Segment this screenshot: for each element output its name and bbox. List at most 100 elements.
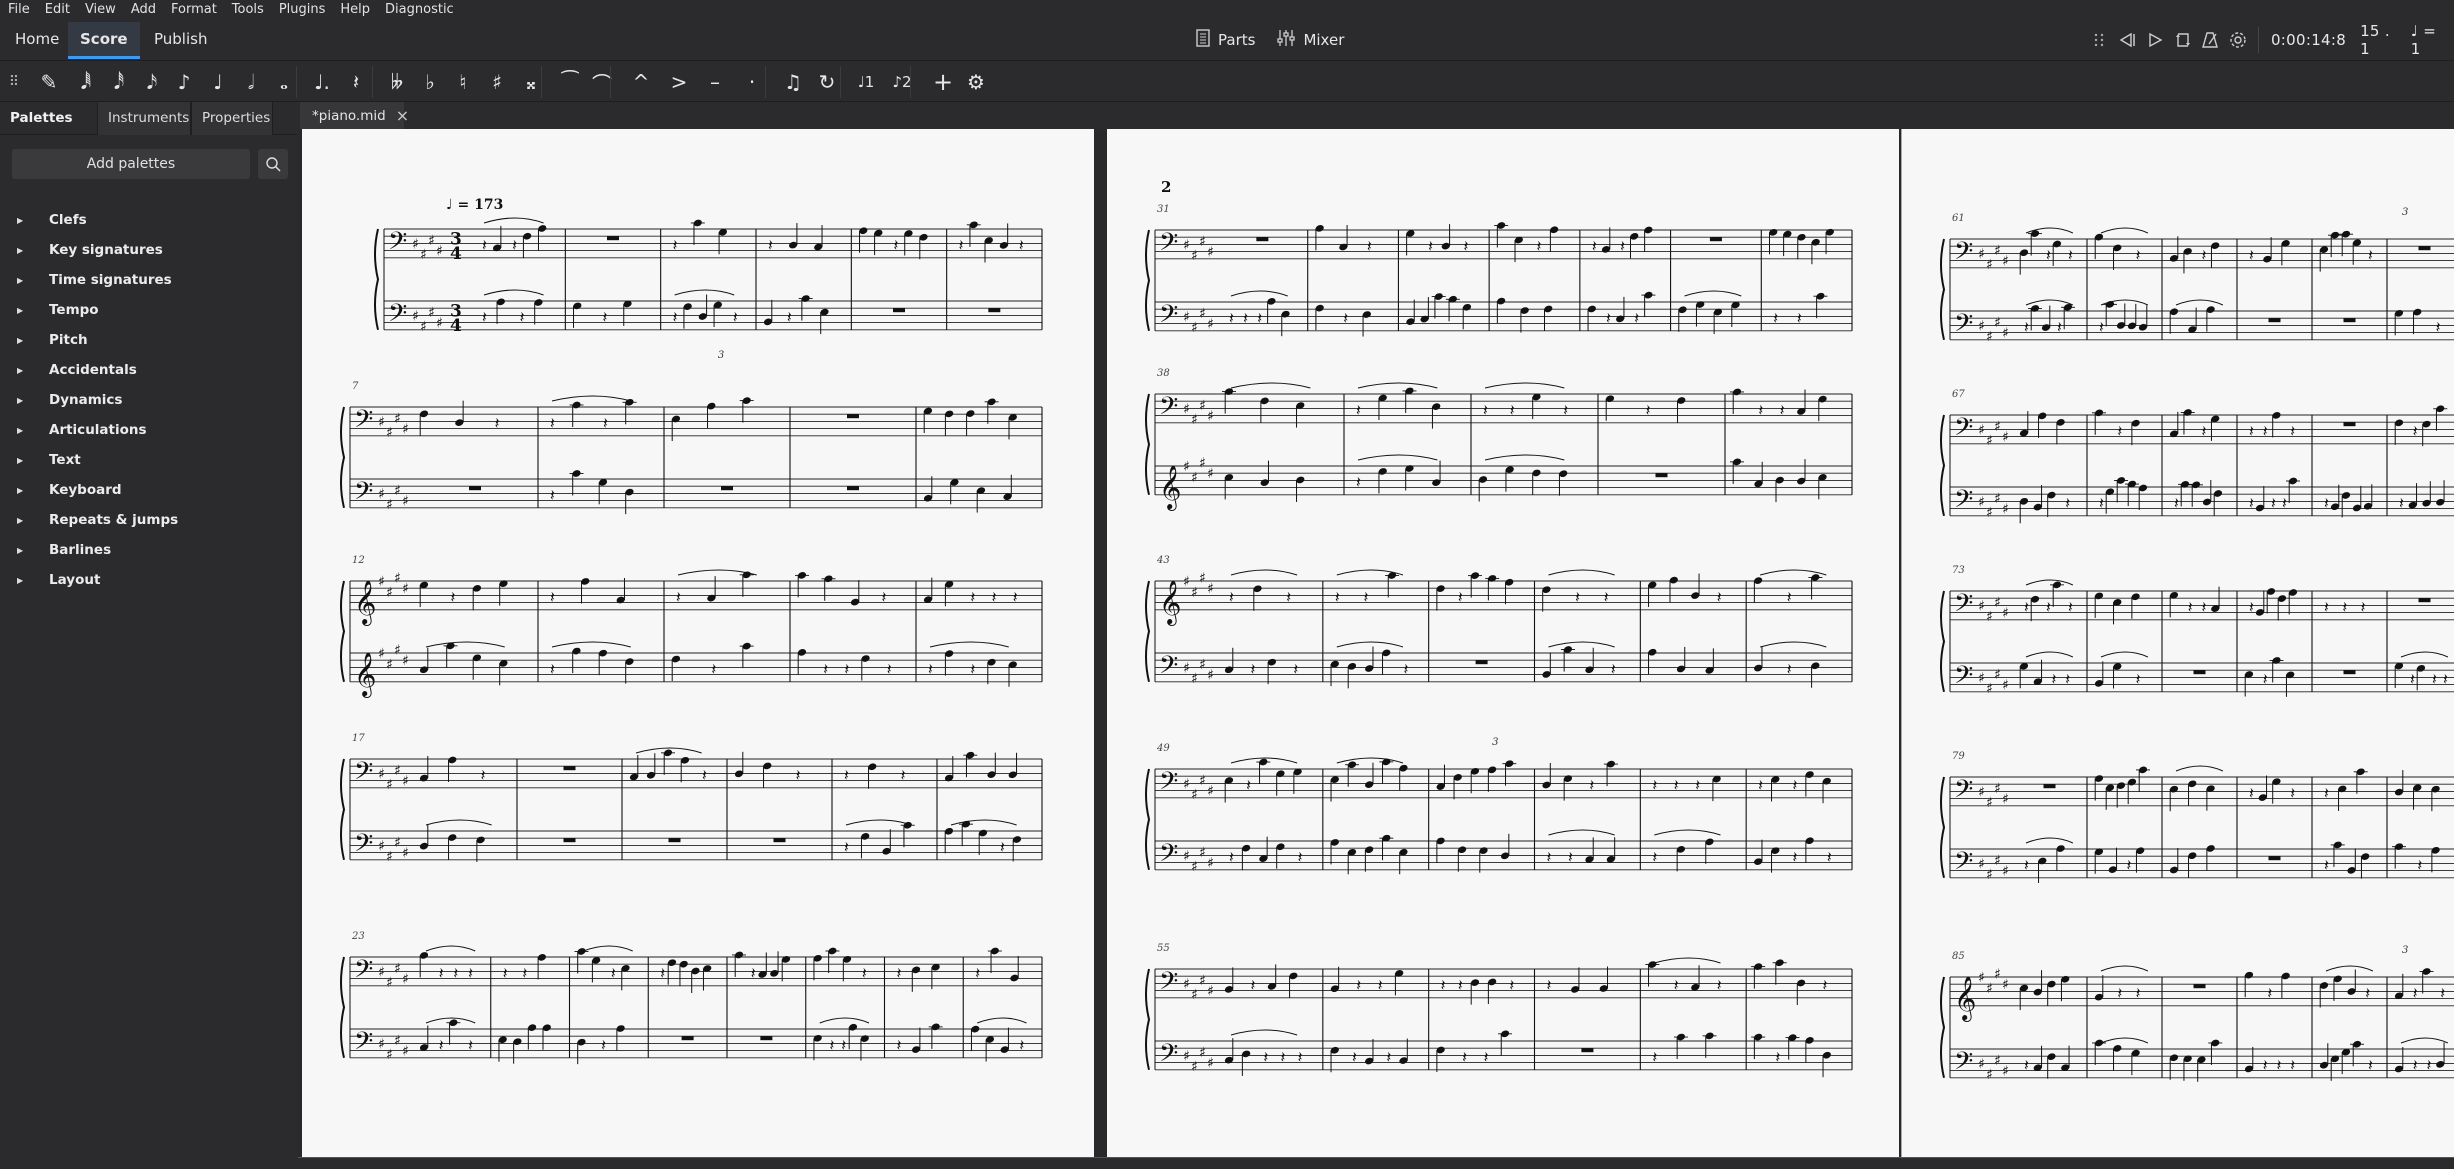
key-signature-sharp: ♯ xyxy=(1183,848,1190,864)
quarter-rest: 𝄽 xyxy=(1441,976,1446,995)
palette-keyboard[interactable]: ▶ Keyboard xyxy=(0,475,297,505)
expand-arrow-icon[interactable]: ▶ xyxy=(17,306,27,315)
expand-arrow-icon[interactable]: ▶ xyxy=(17,246,27,255)
playback-time[interactable]: 0:00:14:8 xyxy=(2271,31,2346,49)
expand-arrow-icon[interactable]: ▶ xyxy=(17,546,27,555)
customize-toolbar-icon[interactable]: ⚙ xyxy=(959,65,993,99)
tuplet-icon[interactable]: ♫ xyxy=(776,65,810,99)
quarter-note-icon[interactable]: ♩ xyxy=(201,65,235,99)
play-icon[interactable] xyxy=(2141,25,2169,55)
slur-icon[interactable]: ⌒ xyxy=(585,65,619,99)
eighth-note-icon[interactable]: ♪ xyxy=(167,65,201,99)
palette-clefs[interactable]: ▶ Clefs xyxy=(0,205,297,235)
menu-plugins[interactable]: Plugins xyxy=(271,2,333,17)
close-tab-icon[interactable]: × xyxy=(396,106,409,125)
palette-pitch[interactable]: ▶ Pitch xyxy=(0,325,297,355)
32nd-note-icon[interactable]: 𝅘𝅥𝅰 xyxy=(102,65,136,99)
tab-palettes[interactable]: Palettes ··· xyxy=(0,102,94,159)
double-flat-icon[interactable]: 𝄫 xyxy=(380,65,414,99)
tenuto-icon[interactable]: – xyxy=(698,65,732,99)
flip-direction-icon[interactable]: ↻ xyxy=(810,65,844,99)
palette-key-signatures[interactable]: ▶ Key signatures xyxy=(0,235,297,265)
double-sharp-icon[interactable]: 𝄪 xyxy=(514,65,548,99)
menu-edit[interactable]: Edit xyxy=(37,2,77,17)
palette-layout[interactable]: ▶ Layout xyxy=(0,565,297,595)
palette-accidentals[interactable]: ▶ Accidentals xyxy=(0,355,297,385)
sharp-icon[interactable]: ♯ xyxy=(480,65,514,99)
menu-diagnostic[interactable]: Diagnostic xyxy=(377,2,461,17)
palette-repeats-jumps[interactable]: ▶ Repeats & jumps xyxy=(0,505,297,535)
document-tab[interactable]: *piano.mid × xyxy=(300,102,409,129)
augmentation-dot-icon[interactable]: ♩. xyxy=(305,65,339,99)
flat-icon[interactable]: ♭ xyxy=(413,65,447,99)
loop-icon[interactable] xyxy=(2169,25,2197,55)
palette-label: Dynamics xyxy=(49,392,123,408)
add-icon[interactable]: + xyxy=(926,65,960,99)
16th-note-icon[interactable]: 𝅘𝅥𝅯 xyxy=(135,65,169,99)
half-note-icon[interactable]: 𝅗𝅥 xyxy=(234,65,268,99)
expand-arrow-icon[interactable]: ▶ xyxy=(17,426,27,435)
mixer-button[interactable]: Mixer xyxy=(1277,29,1344,51)
tie-icon[interactable]: ⁀ xyxy=(553,65,587,99)
quarter-rest: 𝄽 xyxy=(1652,848,1657,867)
menu-tools[interactable]: Tools xyxy=(224,2,271,17)
menu-file[interactable]: File xyxy=(0,2,37,17)
rest-icon[interactable]: 𝄽 xyxy=(339,65,373,99)
system-brace xyxy=(1145,393,1151,496)
palette-text[interactable]: ▶ Text xyxy=(0,445,297,475)
palette-articulations[interactable]: ▶ Articulations xyxy=(0,415,297,445)
expand-arrow-icon[interactable]: ▶ xyxy=(17,396,27,405)
quarter-rest: 𝄽 xyxy=(1717,588,1722,607)
add-palettes-button[interactable]: Add palettes xyxy=(12,149,250,179)
quarter-rest: 𝄽 xyxy=(1356,473,1361,492)
score-page-1[interactable]: ♩ = 173 𝄢 ♯ ♯ ♯ ♯ 3 4 𝄢 ♯ ♯ ♯ ♯ 3 4 𝄽 𝄽 𝄽 𝄽 𝄽 𝄽 𝄽 𝄽 𝄽 𝄽 𝄽 𝄽 𝄽 3 7 𝄢 ♯ ♯ ♯… xyxy=(302,129,1094,1157)
palette-dynamics[interactable]: ▶ Dynamics xyxy=(0,385,297,415)
quarter-rest: 𝄽 xyxy=(751,964,756,983)
parts-button[interactable]: Parts xyxy=(1196,28,1255,51)
expand-arrow-icon[interactable]: ▶ xyxy=(17,516,27,525)
expand-arrow-icon[interactable]: ▶ xyxy=(17,456,27,465)
playback-settings-icon[interactable] xyxy=(2224,25,2252,55)
tab-publish[interactable]: Publish xyxy=(142,22,219,59)
menu-add[interactable]: Add xyxy=(123,2,163,17)
rewind-icon[interactable] xyxy=(2113,25,2141,55)
tab-instruments[interactable]: Instruments xyxy=(97,102,191,135)
64th-note-icon[interactable]: 𝅘𝅥𝅱 xyxy=(69,65,103,99)
expand-arrow-icon[interactable]: ▶ xyxy=(17,336,27,345)
staccato-icon[interactable]: · xyxy=(735,65,769,99)
bass-clef: 𝄢 xyxy=(1159,300,1178,335)
expand-arrow-icon[interactable]: ▶ xyxy=(17,366,27,375)
grip-icon[interactable]: ⠿ xyxy=(0,65,28,99)
key-signature-sharp: ♯ xyxy=(428,305,435,321)
expand-arrow-icon[interactable]: ▶ xyxy=(17,276,27,285)
voice-2-icon[interactable]: ♪2 xyxy=(885,65,919,99)
score-page-2[interactable]: 2 31 𝄢 ♯ ♯ ♯ ♯ 𝄢 ♯ ♯ ♯ ♯ 𝄽 𝄽 𝄽 𝄽 𝄽 𝄽 𝄽 𝄽 𝄽 𝄽 𝄽 𝄽 𝄽 𝄽 38 𝄢 ♯ ♯ ♯ ♯ 𝄞 ♯ ♯ ♯ ♯ 𝄽… xyxy=(1107,129,1899,1157)
tab-score[interactable]: Score xyxy=(68,22,140,59)
tab-properties[interactable]: Properties xyxy=(191,102,273,135)
accent-icon[interactable]: > xyxy=(662,65,696,99)
palette-barlines[interactable]: ▶ Barlines xyxy=(0,535,297,565)
tab-home[interactable]: Home xyxy=(3,22,71,59)
voice-1-icon[interactable]: ♩1 xyxy=(849,65,883,99)
menu-view[interactable]: View xyxy=(77,2,123,17)
key-signature-sharp: ♯ xyxy=(1191,671,1198,687)
palette-time-signatures[interactable]: ▶ Time signatures xyxy=(0,265,297,295)
playback-grip-icon[interactable] xyxy=(2085,25,2113,55)
palette-search-button[interactable] xyxy=(258,149,288,179)
metronome-icon[interactable] xyxy=(2196,25,2224,55)
key-signature-sharp: ♯ xyxy=(1199,657,1206,673)
expand-arrow-icon[interactable]: ▶ xyxy=(17,216,27,225)
menu-help[interactable]: Help xyxy=(332,2,377,17)
playback-tempo[interactable]: ♩ = 1 xyxy=(2411,22,2444,58)
expand-arrow-icon[interactable]: ▶ xyxy=(17,576,27,585)
score-canvas[interactable]: ♩ = 173 𝄢 ♯ ♯ ♯ ♯ 3 4 𝄢 ♯ ♯ ♯ ♯ 3 4 𝄽 𝄽 𝄽 𝄽 𝄽 𝄽 𝄽 𝄽 𝄽 𝄽 𝄽 𝄽 𝄽 3 7 𝄢 ♯ ♯ ♯… xyxy=(298,129,2454,1157)
score-page-3[interactable]: 61 𝄢 ♯ ♯ ♯ ♯ 𝄢 ♯ ♯ ♯ ♯ 𝄽 𝄽 𝄽 𝄽 𝄽 𝄽 𝄽 𝄽 𝄽 𝄽 3 67 𝄢 ♯ ♯ ♯ ♯ 𝄢 ♯ ♯ ♯ ♯ 𝄽 𝄽 𝄽 𝄽 𝄽… xyxy=(1901,129,2454,1157)
slur xyxy=(1230,382,1311,389)
expand-arrow-icon[interactable]: ▶ xyxy=(17,486,27,495)
natural-icon[interactable]: ♮ xyxy=(446,65,480,99)
playback-position[interactable]: 15 . 1 xyxy=(2360,22,2397,58)
menu-format[interactable]: Format xyxy=(163,2,224,17)
palette-tempo[interactable]: ▶ Tempo xyxy=(0,295,297,325)
marcato-icon[interactable]: ^ xyxy=(624,65,658,99)
note-input-pencil-icon[interactable]: ✎ xyxy=(32,65,66,99)
